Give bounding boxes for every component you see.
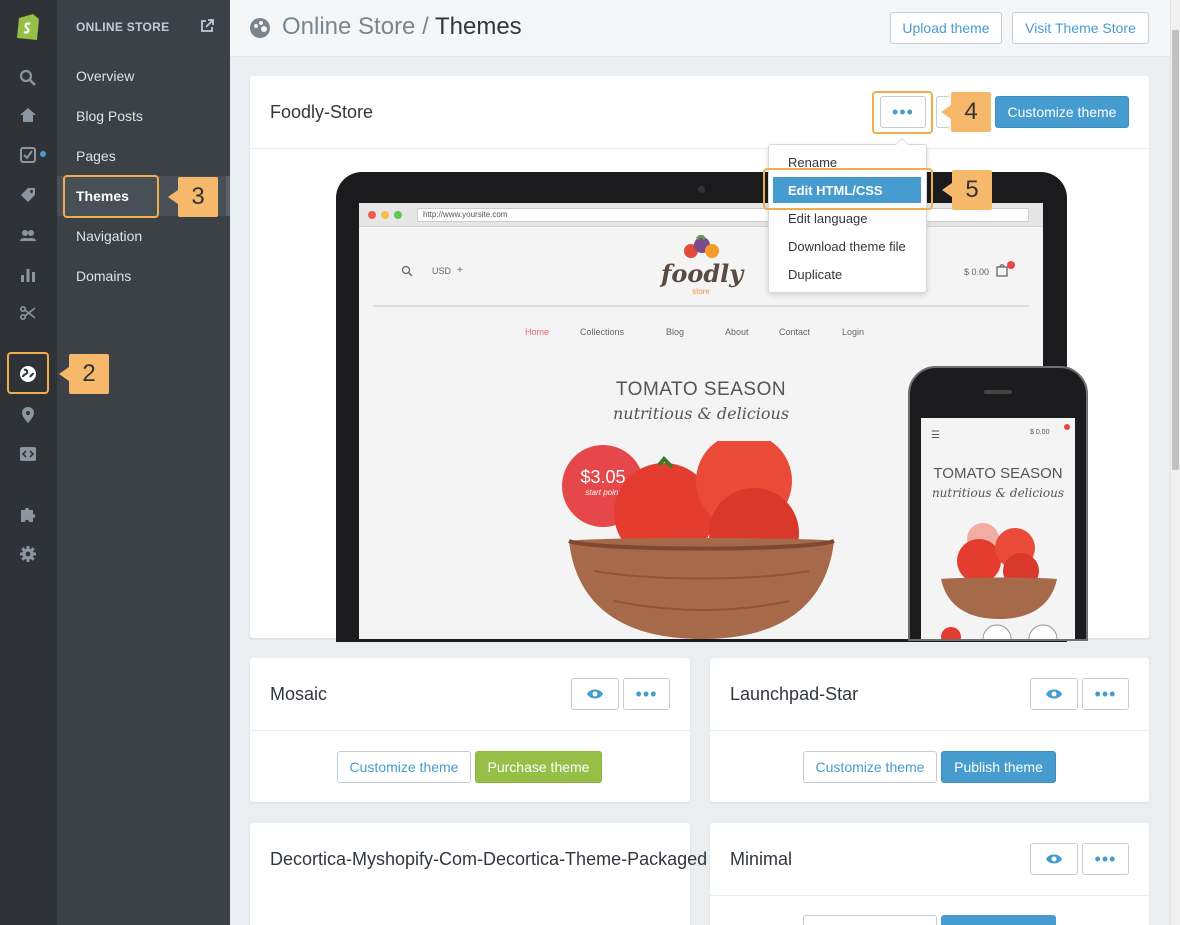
current-theme-name: Foodly-Store bbox=[270, 102, 374, 122]
theme-name-decortica: Decortica-Myshopify-Com-Decortica-Theme-… bbox=[270, 849, 708, 869]
purchase-theme-button[interactable]: Purchase theme bbox=[475, 751, 602, 783]
customize-theme-button[interactable]: Customize theme bbox=[337, 751, 471, 783]
menu-hamburger-icon: ☰ bbox=[931, 430, 940, 441]
preview-nav-login: Login bbox=[842, 327, 865, 337]
logo-subtext: store bbox=[692, 287, 710, 296]
theme-name-mosaic: Mosaic bbox=[270, 684, 328, 704]
menu-item-duplicate[interactable]: Duplicate bbox=[769, 261, 926, 287]
more-actions-button[interactable]: ••• bbox=[1082, 843, 1129, 875]
callout-step-4: 4 bbox=[941, 92, 991, 132]
breadcrumb: Online Store / Themes bbox=[282, 13, 522, 41]
sidebar-item-domains[interactable]: Domains bbox=[76, 266, 131, 286]
preview-search-icon bbox=[401, 265, 413, 277]
page-title: Themes bbox=[434, 13, 522, 40]
highlight-box-themes bbox=[63, 175, 159, 218]
scrollbar-thumb[interactable] bbox=[1172, 30, 1179, 470]
preview-nav-collections: Collections bbox=[580, 327, 625, 337]
publish-theme-button[interactable]: Publish theme bbox=[941, 751, 1056, 783]
callout-step-3: 3 bbox=[168, 177, 218, 217]
notification-dot bbox=[40, 151, 46, 157]
eye-icon bbox=[1046, 854, 1062, 864]
preview-currency: USD bbox=[432, 266, 452, 276]
close-dot-icon bbox=[368, 211, 376, 219]
reports-icon[interactable] bbox=[17, 264, 39, 286]
phone-cart-total: $ 0.00 bbox=[1030, 429, 1050, 436]
preview-currency-plus: + bbox=[457, 265, 463, 276]
online-store-sidebar: ONLINE STORE Overview Blog Posts Pages T… bbox=[57, 0, 230, 925]
theme-card-decortica: Decortica-Myshopify-Com-Decortica-Theme-… bbox=[250, 823, 707, 925]
preview-nav-blog: Blog bbox=[666, 327, 685, 337]
theme-name-launchpad-star: Launchpad-Star bbox=[730, 684, 859, 704]
phone-hero-subtitle: nutritious & delicious bbox=[931, 486, 1065, 500]
customers-icon[interactable] bbox=[17, 224, 39, 246]
discounts-icon[interactable] bbox=[17, 302, 39, 324]
minimize-dot-icon bbox=[381, 211, 389, 219]
breadcrumb-separator: / bbox=[415, 13, 435, 40]
code-icon[interactable] bbox=[17, 443, 39, 465]
customize-theme-button[interactable]: Customize theme bbox=[803, 751, 937, 783]
sidebar-item-pages[interactable]: Pages bbox=[76, 146, 116, 166]
more-actions-button[interactable]: ••• bbox=[623, 678, 670, 710]
theme-name-minimal: Minimal bbox=[730, 849, 793, 869]
menu-item-download-theme[interactable]: Download theme file bbox=[769, 233, 926, 259]
highlight-box-more-actions bbox=[872, 91, 933, 134]
publish-theme-button[interactable] bbox=[941, 915, 1056, 925]
shopify-logo-icon[interactable] bbox=[13, 10, 43, 42]
browser-bar: http://www.yoursite.com bbox=[359, 203, 1043, 227]
sidebar-item-overview[interactable]: Overview bbox=[76, 66, 134, 86]
eye-icon bbox=[1046, 689, 1062, 699]
settings-gear-icon[interactable] bbox=[17, 543, 39, 565]
cart-badge bbox=[1007, 261, 1015, 269]
callout-step-5: 5 bbox=[942, 170, 992, 210]
preview-eye-button[interactable] bbox=[1030, 678, 1078, 710]
page-scrollbar[interactable] bbox=[1170, 0, 1180, 925]
url-bar: http://www.yoursite.com bbox=[417, 208, 1029, 222]
phone-preview-screen: ☰ $ 0.00 TOMATO SEASON nutritious & deli… bbox=[921, 418, 1075, 639]
foodly-logo: foodly store bbox=[661, 235, 744, 299]
maximize-dot-icon bbox=[394, 211, 402, 219]
preview-cart-total: $ 0.00 bbox=[964, 267, 990, 277]
home-icon[interactable] bbox=[17, 104, 39, 126]
preview-eye-button[interactable] bbox=[1030, 843, 1078, 875]
palette-icon bbox=[250, 18, 270, 38]
breadcrumb-parent[interactable]: Online Store bbox=[282, 13, 415, 40]
preview-nav-home: Home bbox=[525, 327, 550, 337]
preview-nav-about: About bbox=[725, 327, 749, 337]
sidebar-item-navigation[interactable]: Navigation bbox=[76, 226, 142, 246]
tag-icon[interactable] bbox=[17, 184, 39, 206]
customize-theme-button[interactable]: Customize theme bbox=[995, 96, 1129, 128]
visit-theme-store-button[interactable]: Visit Theme Store bbox=[1012, 12, 1149, 44]
card-divider bbox=[250, 148, 1149, 149]
eye-icon bbox=[587, 689, 603, 699]
apps-puzzle-icon[interactable] bbox=[17, 503, 39, 525]
phone-speaker bbox=[984, 390, 1012, 394]
preview-header-rule bbox=[373, 305, 1029, 307]
tomato-bowl-image bbox=[568, 441, 835, 639]
highlight-box-online-store bbox=[7, 352, 49, 394]
highlight-box-edit-html bbox=[763, 168, 933, 210]
customize-theme-button[interactable] bbox=[803, 915, 937, 925]
preview-eye-button[interactable] bbox=[571, 678, 619, 710]
active-item-edge bbox=[226, 176, 230, 216]
card-divider bbox=[250, 730, 690, 731]
logo-text: foodly bbox=[661, 259, 744, 288]
camera-dot bbox=[698, 186, 705, 193]
external-link-icon[interactable] bbox=[200, 19, 214, 33]
search-icon[interactable] bbox=[17, 67, 39, 89]
more-actions-button[interactable]: ••• bbox=[1082, 678, 1129, 710]
preview-nav-contact: Contact bbox=[779, 327, 811, 337]
sidebar-header: ONLINE STORE bbox=[76, 20, 170, 34]
sidebar-item-blog-posts[interactable]: Blog Posts bbox=[76, 106, 143, 126]
orders-icon[interactable] bbox=[17, 144, 39, 166]
upload-theme-button[interactable]: Upload theme bbox=[890, 12, 1002, 44]
location-pin-icon[interactable] bbox=[17, 404, 39, 426]
callout-step-2: 2 bbox=[59, 354, 109, 394]
theme-actions-menu: Rename Edit HTML/CSS Edit language Downl… bbox=[768, 138, 927, 293]
card-divider bbox=[710, 730, 1149, 731]
phone-cart-badge bbox=[1064, 424, 1070, 430]
icon-rail bbox=[0, 0, 57, 925]
card-divider bbox=[710, 895, 1149, 896]
phone-hero-title: TOMATO SEASON bbox=[933, 465, 1063, 482]
phone-tomato-image bbox=[941, 523, 1058, 639]
